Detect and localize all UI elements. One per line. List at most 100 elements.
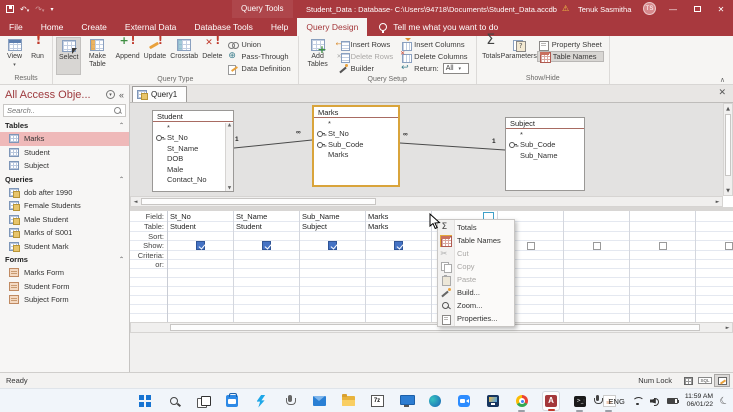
- criteria-cell[interactable]: [234, 251, 299, 260]
- or-cell[interactable]: [234, 260, 299, 269]
- table-cell[interactable]: Marks: [366, 222, 431, 232]
- field-star[interactable]: *: [314, 118, 398, 129]
- access-button[interactable]: A: [542, 391, 560, 411]
- scroll-right-icon[interactable]: ►: [723, 323, 732, 332]
- redo-icon[interactable]: ↷▾: [35, 5, 44, 14]
- sort-cell[interactable]: [366, 232, 431, 241]
- field-cell[interactable]: [564, 211, 629, 222]
- scroll-up-icon[interactable]: ▲: [724, 104, 732, 113]
- signed-in-user[interactable]: Tenuk Sasmitha: [578, 5, 631, 14]
- seven-zip-button[interactable]: 7z: [368, 391, 386, 411]
- wifi-icon[interactable]: [632, 397, 643, 406]
- criteria-cell[interactable]: [168, 251, 233, 260]
- show-cell[interactable]: [564, 241, 629, 251]
- field-dob[interactable]: DOB: [153, 154, 233, 165]
- field-cell[interactable]: [630, 211, 695, 222]
- field-marks[interactable]: Marks: [314, 150, 398, 161]
- show-cell[interactable]: [234, 241, 299, 251]
- flash-button[interactable]: [252, 391, 270, 411]
- hidden-icons-icon[interactable]: ∧: [581, 397, 586, 405]
- field-sub-name[interactable]: Sub_Name: [506, 150, 584, 161]
- design-view-button[interactable]: [714, 374, 730, 387]
- search-button[interactable]: [165, 391, 183, 411]
- table-names-button[interactable]: Table Names: [537, 51, 604, 62]
- table-cell[interactable]: [564, 222, 629, 232]
- menu-item-properties[interactable]: Properties...: [438, 312, 514, 325]
- show-checkbox[interactable]: [725, 242, 733, 250]
- document-tab-query1[interactable]: Query1: [132, 86, 187, 102]
- update-button[interactable]: Update: [142, 37, 169, 75]
- field-st-no[interactable]: St_No: [153, 133, 233, 144]
- nav-item-student[interactable]: Student: [0, 146, 129, 160]
- field-contact-no[interactable]: Contact_No: [153, 175, 233, 186]
- task-view-button[interactable]: [194, 391, 212, 411]
- criteria-cell[interactable]: [366, 251, 431, 260]
- nav-section-forms[interactable]: Forms⌃: [0, 253, 129, 266]
- tab-query-design[interactable]: Query Design: [297, 18, 367, 36]
- menu-item-table-names[interactable]: Table Names: [438, 234, 514, 247]
- table-cell[interactable]: [696, 222, 733, 232]
- scroll-right-icon[interactable]: ►: [713, 197, 722, 206]
- property-sheet-button[interactable]: Property Sheet: [537, 39, 604, 50]
- undo-icon[interactable]: ↶▾: [20, 5, 29, 14]
- nav-section-tables[interactable]: Tables⌃: [0, 119, 129, 132]
- sort-cell[interactable]: [564, 232, 629, 241]
- run-button[interactable]: Run: [26, 37, 49, 75]
- field-list-scrollbar[interactable]: ▲▼: [225, 123, 233, 191]
- show-cell[interactable]: [366, 241, 431, 251]
- mail-button[interactable]: [310, 391, 328, 411]
- close-button[interactable]: ✕: [709, 0, 733, 18]
- zoom-app-button[interactable]: [455, 391, 473, 411]
- sql-view-button[interactable]: SQL: [697, 374, 713, 387]
- file-explorer-button[interactable]: [339, 391, 357, 411]
- show-cell[interactable]: [300, 241, 365, 251]
- field-cell[interactable]: St_Name: [234, 211, 299, 222]
- parameters-button[interactable]: Parameters: [503, 37, 535, 75]
- criteria-cell[interactable]: [564, 251, 629, 260]
- scroll-down-icon[interactable]: ▼: [724, 186, 732, 195]
- close-document-icon[interactable]: ✕: [718, 88, 726, 98]
- monitor-button[interactable]: [397, 391, 415, 411]
- customize-qat-icon[interactable]: ▾: [50, 6, 53, 13]
- avatar[interactable]: TS: [643, 2, 656, 15]
- speaker-icon[interactable]: [650, 397, 660, 406]
- or-cell[interactable]: [168, 260, 233, 269]
- delete-button[interactable]: Delete: [200, 37, 224, 75]
- menu-item-totals[interactable]: Totals: [438, 221, 514, 234]
- criteria-cell[interactable]: [630, 251, 695, 260]
- show-checkbox[interactable]: [659, 242, 667, 250]
- start-button[interactable]: [136, 391, 154, 411]
- field-sub-code[interactable]: Sub_Code: [314, 139, 398, 150]
- tab-database-tools[interactable]: Database Tools: [185, 18, 261, 36]
- field-st-no[interactable]: St_No: [314, 129, 398, 140]
- tray-microphone-icon[interactable]: [594, 395, 602, 407]
- add-tables-button[interactable]: Add Tables: [302, 37, 334, 75]
- nav-item-student-form[interactable]: Student Form: [0, 280, 129, 294]
- show-checkbox[interactable]: [527, 242, 535, 250]
- tell-me[interactable]: Tell me what you want to do: [393, 18, 498, 36]
- show-cell[interactable]: [696, 241, 733, 251]
- field-cell[interactable]: St_No: [168, 211, 233, 222]
- language-indicator[interactable]: ENG: [609, 397, 625, 406]
- nav-item-marks[interactable]: Marks: [0, 132, 129, 146]
- nav-item-dob-after-1990[interactable]: dob after 1990: [0, 186, 129, 200]
- return-button[interactable]: Return:All▾: [399, 63, 471, 74]
- tab-file[interactable]: File: [0, 18, 32, 36]
- delete-rows-button[interactable]: Delete Rows: [336, 51, 396, 62]
- make-table-button[interactable]: Make Table: [81, 37, 113, 75]
- builder-button[interactable]: Builder: [336, 63, 396, 74]
- append-button[interactable]: Append: [113, 37, 141, 75]
- pass-through-button[interactable]: Pass-Through: [226, 51, 292, 62]
- tab-create[interactable]: Create: [72, 18, 116, 36]
- table-cell[interactable]: Subject: [300, 222, 365, 232]
- edge-button[interactable]: [426, 391, 444, 411]
- or-cell[interactable]: [630, 260, 695, 269]
- grid-hscrollbar[interactable]: ►: [130, 322, 733, 333]
- field-list-marks[interactable]: Marks*St_NoSub_CodeMarks: [312, 105, 400, 187]
- field-cell[interactable]: Marks: [366, 211, 431, 222]
- nav-item-male-student[interactable]: Male Student: [0, 213, 129, 227]
- insert-columns-button[interactable]: Insert Columns: [399, 39, 471, 50]
- menu-item-build[interactable]: Build...: [438, 286, 514, 299]
- maximize-button[interactable]: [685, 0, 709, 18]
- recorder-button[interactable]: [281, 391, 299, 411]
